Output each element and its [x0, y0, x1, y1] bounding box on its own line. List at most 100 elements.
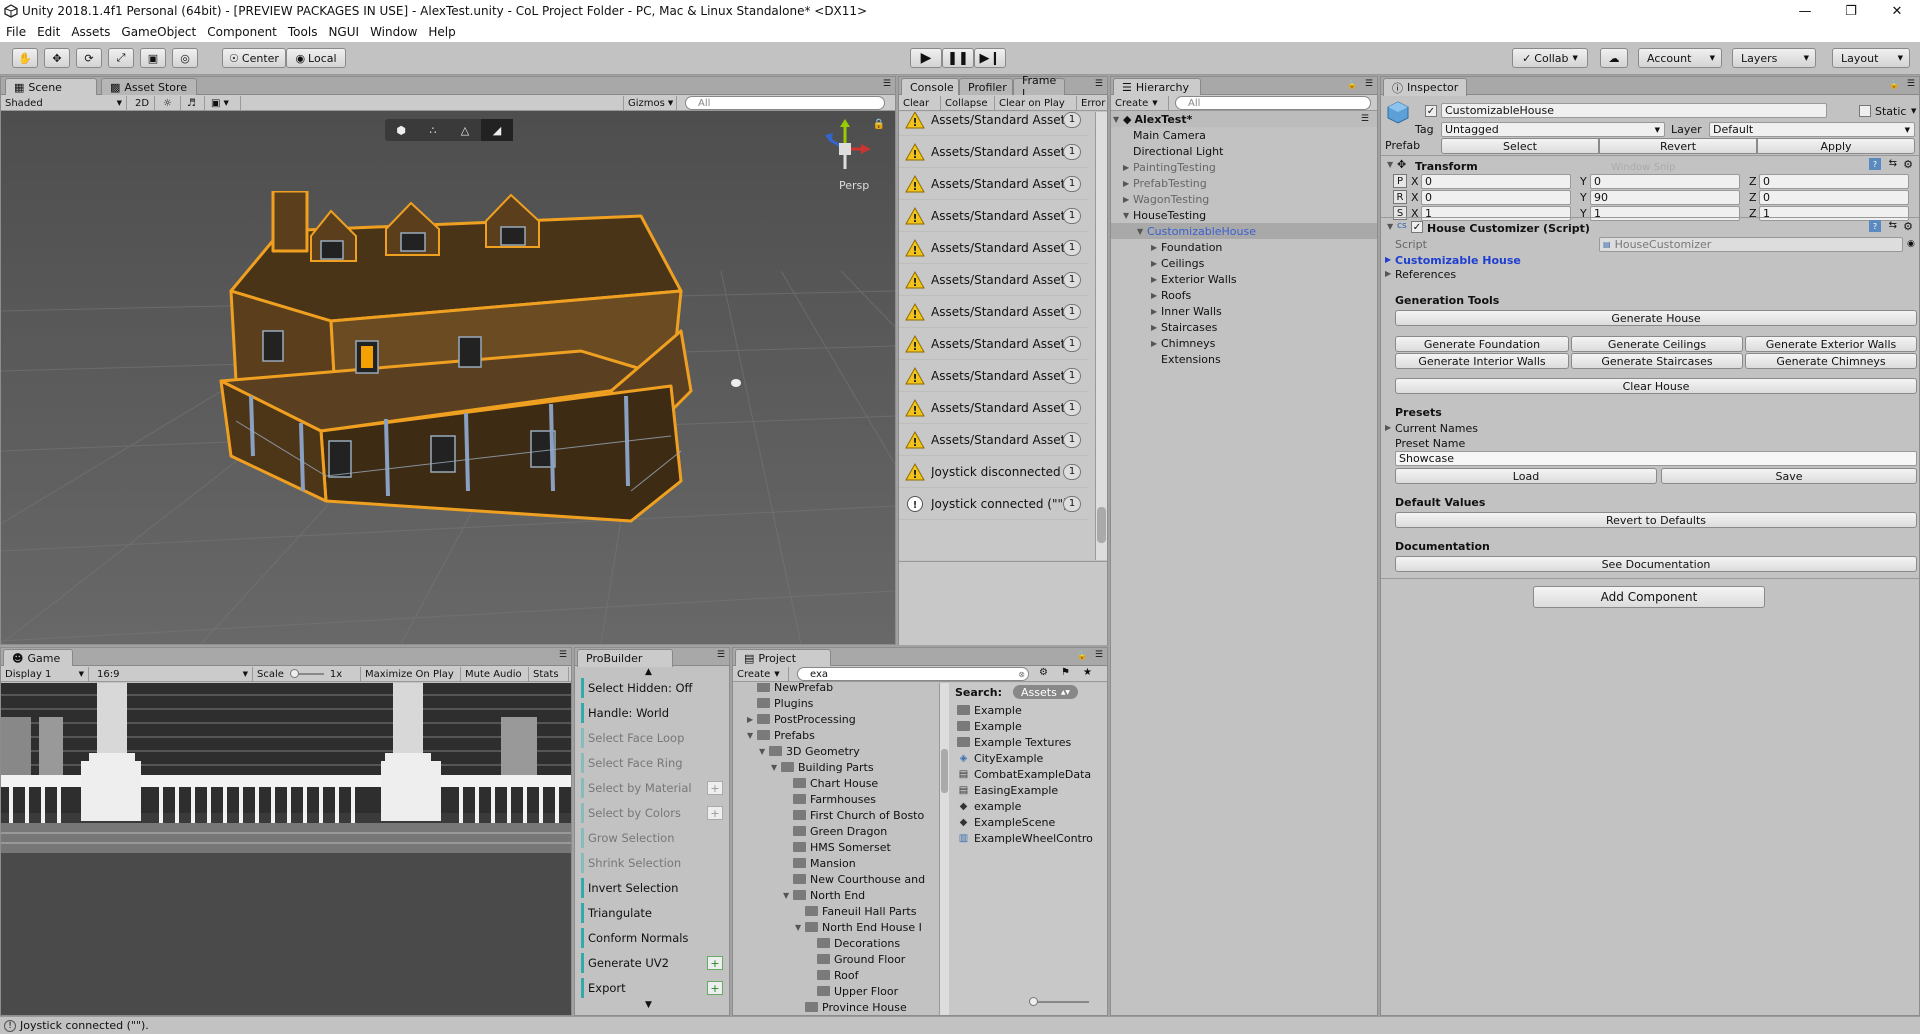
scroll-down-icon[interactable]: ▼ — [645, 1000, 652, 1010]
chevron-right-icon[interactable]: ▶ — [747, 715, 757, 724]
stats-toggle[interactable]: Stats — [529, 667, 569, 681]
generate-foundation-button[interactable]: Generate Foundation — [1395, 336, 1569, 352]
effects-dropdown[interactable]: ▣ ▼ — [207, 96, 241, 110]
probuilder-action[interactable]: Generate UV2 + — [581, 953, 727, 973]
generate-house-button[interactable]: Generate House — [1395, 310, 1917, 326]
chevron-right-icon[interactable]: ▶ — [1151, 243, 1161, 252]
hierarchy-item[interactable]: ▶ Ceilings — [1111, 255, 1377, 271]
prefab-apply-button[interactable]: Apply — [1757, 138, 1915, 154]
layers-dropdown[interactable]: Layers ▼ — [1732, 48, 1816, 68]
tab-game[interactable]: ☻ Game — [3, 649, 73, 667]
hierarchy-item[interactable]: ▶ PaintingTesting — [1111, 159, 1377, 175]
favorite-star-icon[interactable]: ★ — [1083, 667, 1092, 678]
gear-icon[interactable]: ⚙ — [1903, 158, 1913, 171]
tab-project[interactable]: ▤ Project — [735, 649, 831, 667]
chevron-right-icon[interactable]: ▶ — [1385, 269, 1395, 278]
probuilder-action[interactable]: Select Hidden: Off — [581, 678, 727, 698]
tag-dropdown[interactable]: Untagged ▼ — [1441, 122, 1665, 137]
menu-component[interactable]: Component — [207, 25, 277, 39]
console-scrollbar[interactable] — [1095, 112, 1107, 560]
revert-to-defaults-button[interactable]: Revert to Defaults — [1395, 512, 1917, 528]
plus-icon[interactable]: + — [707, 806, 723, 820]
tab-probuilder[interactable]: ProBuilder — [577, 649, 673, 667]
face-mode-icon[interactable]: ◢ — [481, 119, 513, 141]
pivot-center-button[interactable]: ☉ Center — [222, 48, 286, 68]
console-log-list[interactable]: ! Assets/Standard Assets 1 ! Assets/Standard… — [899, 112, 1097, 560]
search-result-item[interactable]: ▥ ExampleWheelContro — [957, 830, 1093, 846]
scale-thumb[interactable] — [289, 669, 299, 678]
lock-icon[interactable]: 🔒 — [1889, 80, 1899, 89]
plus-icon[interactable]: + — [707, 956, 723, 970]
probuilder-action[interactable]: Grow Selection — [581, 828, 727, 848]
hierarchy-item[interactable]: ▶ Exterior Walls — [1111, 271, 1377, 287]
component-enabled-checkbox[interactable]: ✓ — [1411, 221, 1423, 233]
lock-icon[interactable]: 🔒 — [873, 119, 885, 130]
preset-name-input[interactable]: Showcase — [1395, 451, 1917, 466]
panel-menu-icon[interactable]: ☰ — [883, 79, 891, 89]
search-result-item[interactable]: ◆ example — [957, 798, 1022, 814]
probuilder-action[interactable]: Export + — [581, 978, 727, 998]
tab-scene[interactable]: ▦ Scene — [5, 78, 97, 96]
static-dropdown-icon[interactable]: ▼ — [1911, 107, 1916, 115]
transform-tool-button[interactable]: ◎ — [172, 48, 198, 68]
preset-icon[interactable]: ⇆ — [1889, 220, 1897, 231]
search-result-item[interactable]: Example — [957, 702, 1022, 718]
hierarchy-item[interactable]: ▼ HouseTesting — [1111, 207, 1377, 223]
shading-dropdown[interactable]: Shaded ▼ — [1, 96, 127, 110]
project-folder-item[interactable]: ▼ Building Parts — [771, 759, 874, 775]
console-log-row[interactable]: ! Assets/Standard Assets 1 — [899, 360, 1089, 392]
lock-icon[interactable]: 🔒 — [1347, 80, 1357, 89]
hierarchy-search-input[interactable]: All — [1175, 96, 1371, 110]
menu-assets[interactable]: Assets — [71, 25, 110, 39]
menu-help[interactable]: Help — [428, 25, 455, 39]
tab-inspector[interactable]: ⓘ Inspector — [1383, 78, 1467, 96]
edge-mode-icon[interactable]: △ — [449, 119, 481, 141]
clear-house-button[interactable]: Clear House — [1395, 378, 1917, 394]
project-folder-item[interactable]: Roof — [807, 967, 858, 983]
project-folder-item[interactable]: Mansion — [783, 855, 856, 871]
menu-tools[interactable]: Tools — [288, 25, 318, 39]
menu-ngui[interactable]: NGUI — [328, 25, 359, 39]
object-picker-icon[interactable]: ◉ — [1907, 239, 1915, 249]
project-folder-item[interactable]: ▼ North End — [783, 887, 865, 903]
layout-dropdown[interactable]: Layout ▼ — [1832, 48, 1910, 68]
project-folder-item[interactable]: New Courthouse and — [783, 871, 925, 887]
hierarchy-item[interactable]: ▶ Roofs — [1111, 287, 1377, 303]
customizable-house-foldout[interactable]: Customizable House — [1395, 254, 1521, 267]
chevron-right-icon[interactable]: ▶ — [1151, 259, 1161, 268]
chevron-down-icon[interactable]: ▼ — [783, 891, 793, 900]
chevron-down-icon[interactable]: ▼ — [1123, 211, 1133, 220]
chevron-right-icon[interactable]: ▶ — [1123, 163, 1133, 172]
generate-interior-walls-button[interactable]: Generate Interior Walls — [1395, 353, 1569, 369]
chevron-right-icon[interactable]: ▶ — [1123, 179, 1133, 188]
project-create-dropdown[interactable]: Create ▼ — [733, 667, 789, 681]
chevron-right-icon[interactable]: ▶ — [1151, 339, 1161, 348]
tab-profiler[interactable]: Profiler — [959, 78, 1013, 95]
scale-tool-button[interactable]: ⤢ — [108, 48, 134, 68]
chevron-down-icon[interactable]: ▼ — [795, 923, 805, 932]
project-folder-item[interactable]: NewPrefab — [747, 683, 833, 695]
console-log-row[interactable]: ! Assets/Standard Assets 1 — [899, 200, 1089, 232]
menu-file[interactable]: File — [6, 25, 26, 39]
hierarchy-item[interactable]: ▶ Chimneys — [1111, 335, 1377, 351]
house-model[interactable] — [211, 191, 771, 611]
panel-menu-icon[interactable]: ☰ — [1095, 79, 1103, 89]
plus-icon[interactable]: + — [707, 781, 723, 795]
hierarchy-item[interactable]: ▼ CustomizableHouse — [1111, 223, 1377, 239]
console-log-row[interactable]: ! Joystick disconnected (""). 1 — [899, 456, 1089, 488]
project-folder-item[interactable]: Faneuil Hall Parts — [795, 903, 916, 919]
scene-search-input[interactable]: All — [685, 96, 885, 110]
transform-z-field[interactable]: 0 — [1759, 190, 1909, 205]
help-icon[interactable]: ? — [1869, 220, 1881, 232]
panel-menu-icon[interactable]: ☰ — [1095, 650, 1103, 660]
tab-console[interactable]: Console — [901, 78, 959, 96]
console-log-row[interactable]: ! Assets/Standard Assets 1 — [899, 264, 1089, 296]
hierarchy-item[interactable]: Extensions — [1111, 351, 1377, 367]
tab-hierarchy[interactable]: ☰ Hierarchy — [1113, 78, 1201, 96]
menu-gameobject[interactable]: GameObject — [121, 25, 196, 39]
scale-slider[interactable]: Scale 1x — [253, 667, 361, 681]
object-name-field[interactable]: CustomizableHouse — [1441, 103, 1827, 118]
see-documentation-button[interactable]: See Documentation — [1395, 556, 1917, 572]
solid-mode-icon[interactable]: ⬢ — [385, 119, 417, 141]
search-result-item[interactable]: ◈ CityExample — [957, 750, 1044, 766]
